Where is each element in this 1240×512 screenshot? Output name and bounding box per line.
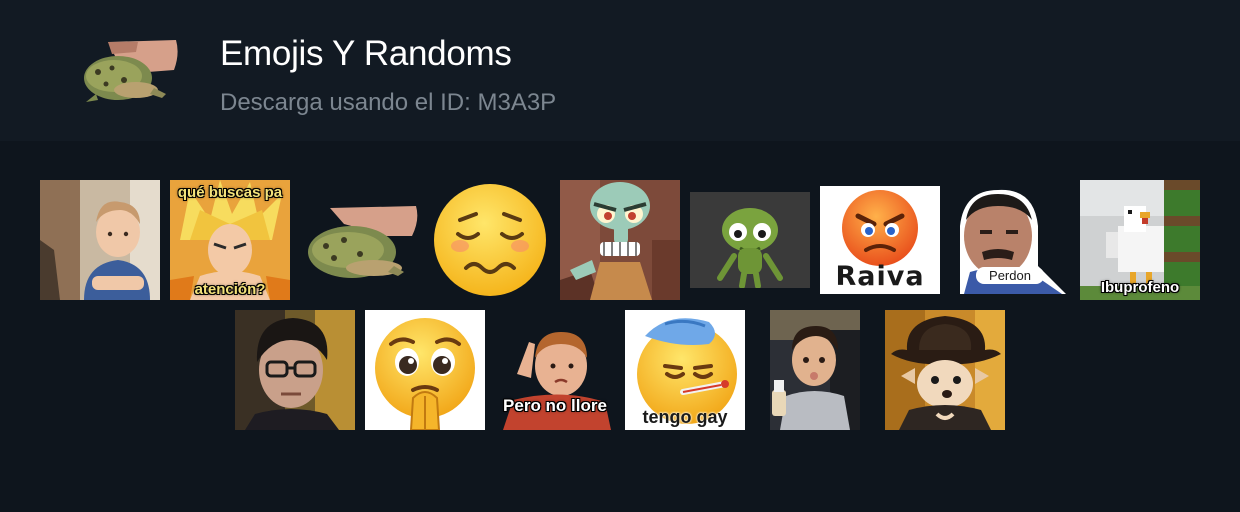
sticker-caption: tengo gay <box>642 407 728 427</box>
sticker-goku-que-buscas[interactable]: qué buscas pa atención? <box>170 180 290 300</box>
sticker-green-creature[interactable] <box>690 192 810 288</box>
pack-id[interactable]: M3A3P <box>477 89 556 116</box>
sticker-caption: Perdon <box>976 267 1044 284</box>
sticker-caption: Raiva <box>835 261 925 292</box>
toad-in-hand-icon[interactable] <box>78 36 180 106</box>
sticker-caption: Pero no llore <box>503 396 607 415</box>
pack-subtitle: Descarga usando el ID: M3A3P <box>220 89 556 117</box>
sticker-woozy-face-emoji[interactable] <box>430 180 550 300</box>
sticker-chihuahua-cowboy-hat[interactable] <box>885 310 1005 430</box>
sticker-toad-in-hand[interactable] <box>300 180 420 300</box>
sticker-kid-pero-no-llore[interactable]: Pero no llore <box>495 322 615 430</box>
sticker-man-perdon[interactable]: Perdon <box>950 186 1070 294</box>
sticker-caption-top: qué buscas pa <box>177 184 283 201</box>
download-label: Descarga usando el ID: <box>220 89 471 116</box>
sticker-caption: Ibuprofeno <box>1100 279 1180 296</box>
sticker-toddler-car-seat[interactable] <box>770 310 860 430</box>
sticker-caption-bottom: atención? <box>194 281 266 298</box>
pack-title: Emojis Y Randoms <box>220 34 512 73</box>
pack-header: Emojis Y Randoms Descarga usando el ID: … <box>0 0 1240 141</box>
sticker-pleading-emoji[interactable] <box>365 310 485 430</box>
sticker-minecraft-chicken-ibuprofeno[interactable]: Ibuprofeno <box>1080 180 1200 300</box>
sticker-angry-emoji-raiva[interactable]: Raiva <box>820 186 940 294</box>
sticker-boy-glasses[interactable] <box>235 310 355 430</box>
sticker-sick-emoji-tengo-gay[interactable]: tengo gay <box>625 310 745 430</box>
sticker-toddler-crossed-arms[interactable] <box>40 180 160 300</box>
sticker-squidward-angry[interactable] <box>560 180 680 300</box>
